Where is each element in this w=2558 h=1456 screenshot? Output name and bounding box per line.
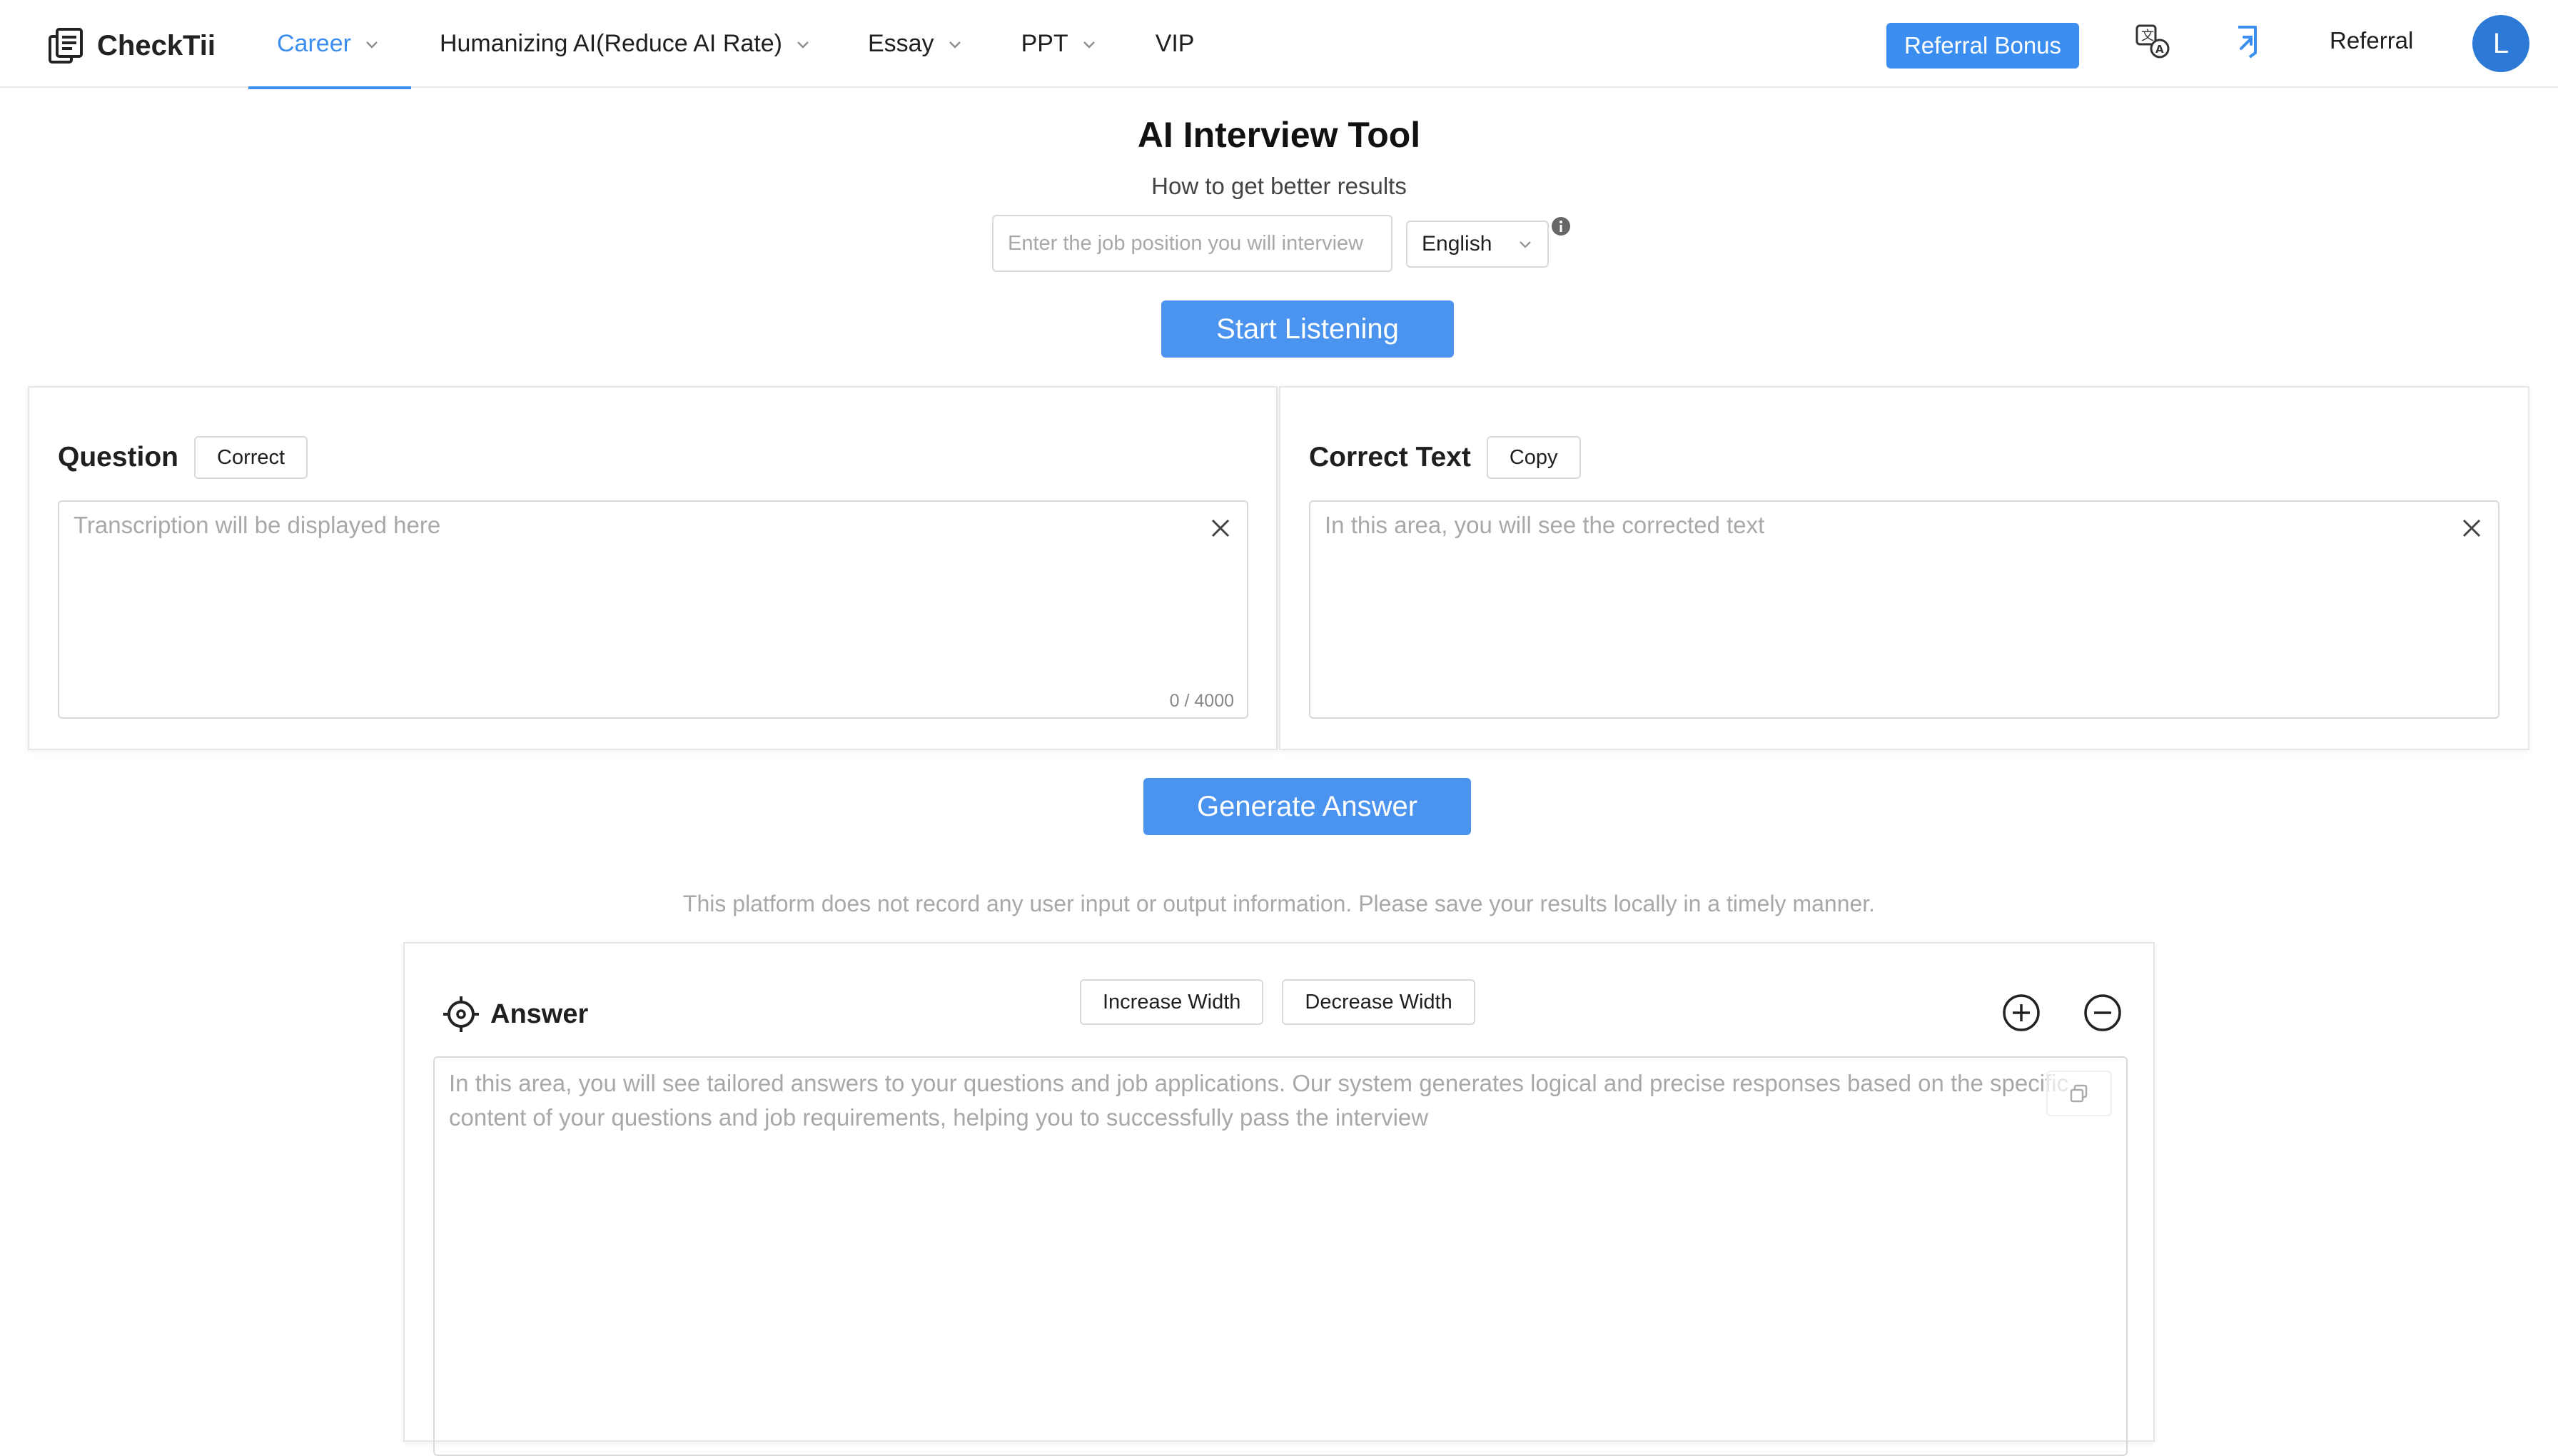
svg-text:文: 文 xyxy=(2141,29,2154,44)
language-select[interactable]: English xyxy=(1406,221,1549,268)
translate-icon[interactable]: 文 A xyxy=(2133,21,2173,61)
generate-answer-button[interactable]: Generate Answer xyxy=(1143,778,1471,835)
question-panel: Question Correct Transcription will be d… xyxy=(28,386,1278,750)
chevron-down-icon xyxy=(1520,241,1531,248)
plus-circle-icon[interactable] xyxy=(2001,992,2042,1033)
correct-text-title: Correct Text xyxy=(1309,442,1471,472)
page-title: AI Interview Tool xyxy=(1137,115,1421,155)
top-header: CheckTii Career Humanizing AI(Reduce AI … xyxy=(0,0,2558,89)
answer-title: Answer xyxy=(490,999,589,1029)
job-position-input[interactable] xyxy=(992,215,1392,272)
clear-question-icon[interactable] xyxy=(1208,516,1233,540)
nav-ppt-label: PPT xyxy=(1021,30,1068,57)
answer-textarea[interactable]: In this area, you will see tailored answ… xyxy=(433,1056,2128,1456)
main-nav: Career Humanizing AI(Reduce AI Rate) Ess… xyxy=(248,0,1195,89)
avatar[interactable]: L xyxy=(2472,15,2529,72)
question-textarea[interactable]: Transcription will be displayed here 0 /… xyxy=(58,500,1248,719)
correct-text-textarea[interactable]: In this area, you will see the corrected… xyxy=(1309,500,2499,719)
chevron-down-icon xyxy=(1083,41,1095,49)
nav-humanizing-ai-label: Humanizing AI(Reduce AI Rate) xyxy=(439,30,782,57)
document-logo-icon xyxy=(49,28,83,64)
copy-icon xyxy=(2070,1084,2088,1103)
crosshair-icon xyxy=(443,996,479,1032)
answer-placeholder: In this area, you will see tailored answ… xyxy=(449,1070,2069,1131)
start-listening-button[interactable]: Start Listening xyxy=(1161,300,1454,358)
question-placeholder: Transcription will be displayed here xyxy=(74,512,441,538)
clear-correct-text-icon[interactable] xyxy=(2460,516,2484,540)
correct-text-panel: Correct Text Copy In this area, you will… xyxy=(1279,386,2529,750)
chevron-down-icon xyxy=(949,41,961,49)
question-panel-header: Question Correct xyxy=(58,436,308,479)
referral-bonus-button[interactable]: Referral Bonus xyxy=(1886,23,2079,69)
nav-vip-label: VIP xyxy=(1155,30,1195,57)
nav-career[interactable]: Career xyxy=(248,0,411,89)
info-icon[interactable] xyxy=(1550,216,1572,237)
minus-circle-icon[interactable] xyxy=(2082,992,2123,1033)
nav-career-label: Career xyxy=(277,30,351,57)
logo[interactable]: CheckTii xyxy=(47,26,216,66)
nav-humanizing-ai[interactable]: Humanizing AI(Reduce AI Rate) xyxy=(411,0,811,88)
language-selected-label: English xyxy=(1422,232,1492,256)
nav-vip[interactable]: VIP xyxy=(1097,0,1195,88)
copy-answer-button[interactable] xyxy=(2046,1071,2112,1116)
width-controls: Increase Width Decrease Width xyxy=(1080,979,1475,1025)
correct-text-placeholder: In this area, you will see the corrected… xyxy=(1325,512,1765,538)
nav-essay[interactable]: Essay xyxy=(811,0,963,88)
answer-panel-header: Answer xyxy=(440,994,588,1035)
question-title: Question xyxy=(58,442,179,472)
char-counter: 0 / 4000 xyxy=(1169,691,1234,711)
increase-width-button[interactable]: Increase Width xyxy=(1080,979,1264,1025)
svg-text:A: A xyxy=(2155,43,2164,56)
decrease-width-button[interactable]: Decrease Width xyxy=(1282,979,1475,1025)
chevron-down-icon xyxy=(366,41,378,49)
share-arrow-icon[interactable] xyxy=(2228,21,2268,61)
answer-panel: Answer Increase Width Decrease Width In … xyxy=(403,942,2155,1456)
copy-button[interactable]: Copy xyxy=(1486,436,1581,479)
correct-text-panel-header: Correct Text Copy xyxy=(1309,436,1581,479)
results-help-link[interactable]: How to get better results xyxy=(0,173,2558,200)
referral-link[interactable]: Referral xyxy=(2330,27,2413,54)
logo-text: CheckTii xyxy=(97,29,216,61)
chevron-down-icon xyxy=(797,41,809,49)
privacy-notice: This platform does not record any user i… xyxy=(682,891,1876,916)
nav-essay-label: Essay xyxy=(867,30,934,57)
correct-button[interactable]: Correct xyxy=(194,436,308,479)
nav-ppt[interactable]: PPT xyxy=(963,0,1097,88)
